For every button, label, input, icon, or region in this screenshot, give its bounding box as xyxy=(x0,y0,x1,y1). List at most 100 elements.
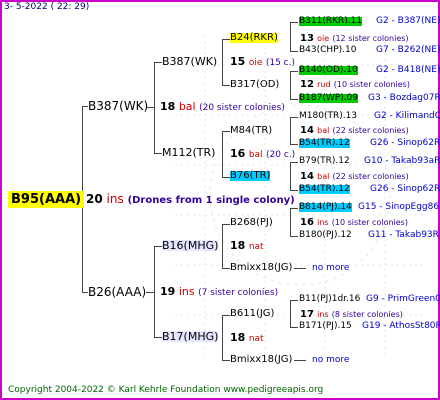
node-b317od-stats: 12 rud (10 sister colonies) xyxy=(300,80,410,90)
connector xyxy=(222,315,230,316)
connector xyxy=(290,208,298,209)
connector xyxy=(290,99,298,100)
node-b611jg-number: 17 xyxy=(300,309,314,320)
node-b24rkr-note: (12 sister colonies) xyxy=(332,34,409,43)
connector xyxy=(290,22,298,23)
connector xyxy=(222,224,223,269)
node-b268pj-suffix: ins xyxy=(317,218,329,227)
node-b180pj-line: G11 - Takab93R xyxy=(368,230,439,240)
connector xyxy=(290,71,291,100)
connector xyxy=(290,117,291,145)
node-b387wk[interactable]: B387(WK) xyxy=(162,56,217,67)
connector xyxy=(154,153,162,154)
root-suffix: ins xyxy=(106,192,124,206)
node-m112tr-stats: 16 bal (20 c.) xyxy=(230,148,295,160)
node-b317od-suffix: rud xyxy=(317,80,331,89)
node-b79tr-line: G10 - Takab93aR xyxy=(364,156,440,166)
node-b387wk-stats: 15 oie (15 c.) xyxy=(230,56,295,68)
node-b54tr-1-line: G26 - Sinop62R xyxy=(370,138,440,148)
root-number: 20 xyxy=(86,192,103,206)
node-b814pj[interactable]: B814(PJ).14 xyxy=(299,203,352,212)
connector xyxy=(290,117,298,118)
node-m180tr[interactable]: M180(TR).13 xyxy=(299,112,357,121)
connector xyxy=(154,62,155,154)
node-b268pj-note: (10 sister colonies) xyxy=(331,218,408,227)
node-b16mhg-stats: 18 nat xyxy=(230,240,264,252)
node-b16mhg[interactable]: B16(MHG) xyxy=(162,240,219,251)
connector xyxy=(290,162,298,163)
node-b17mhg-stats: 18 nat xyxy=(230,332,264,344)
connector xyxy=(294,360,306,361)
node-b24rkr-suffix: oie xyxy=(317,34,330,43)
node-b76tr[interactable]: B76(TR) xyxy=(230,171,271,181)
connector xyxy=(290,71,298,72)
connector xyxy=(154,62,162,63)
node-b387wk-note: (15 c.) xyxy=(265,58,296,68)
connector xyxy=(290,236,298,237)
connector xyxy=(222,131,230,132)
connector xyxy=(222,315,223,361)
node-b387wk-number: 15 xyxy=(230,55,246,68)
node-b76tr-note: (22 sister colonies) xyxy=(332,172,409,181)
node-b79tr[interactable]: B79(TR).12 xyxy=(299,157,350,166)
node-m180tr-line: G2 - KilimandQ xyxy=(374,111,440,121)
connector xyxy=(146,292,154,293)
connector xyxy=(290,190,298,191)
connector xyxy=(222,224,230,225)
connector xyxy=(290,22,291,52)
node-bmixx18jg-1[interactable]: Bmixx18(JG) xyxy=(230,263,292,273)
connector xyxy=(290,208,291,237)
node-b268pj[interactable]: B268(PJ) xyxy=(230,218,273,228)
connector xyxy=(290,51,298,52)
node-b611jg-suffix: ins xyxy=(317,310,329,319)
node-b317od[interactable]: B317(OD) xyxy=(230,80,279,90)
node-b140od[interactable]: B140(OD).10 xyxy=(299,66,358,75)
dam-node-1-suffix: ins xyxy=(178,285,195,298)
node-b268pj-number: 16 xyxy=(300,217,314,228)
connector xyxy=(222,360,230,361)
node-m112tr[interactable]: M112(TR) xyxy=(162,147,215,158)
connector xyxy=(222,131,223,178)
node-b317od-number: 12 xyxy=(300,79,314,90)
node-b54tr-1[interactable]: B54(TR).12 xyxy=(299,139,350,148)
node-b171pj[interactable]: B171(PJ).15 xyxy=(299,322,352,331)
node-b611jg[interactable]: B611(JG) xyxy=(230,309,274,319)
node-m112tr-note: (20 c.) xyxy=(266,150,296,160)
node-m112tr-suffix: bal xyxy=(248,150,263,160)
node-b16mhg-suffix: nat xyxy=(248,242,264,252)
node-b54tr-2-line: G26 - Sinop62R xyxy=(370,184,440,194)
node-b140od-line: G2 - B418(NE) xyxy=(376,65,440,75)
node-b43chp[interactable]: B43(CHP).10 xyxy=(299,46,356,55)
no-more-label: no more xyxy=(312,355,350,365)
node-b76tr-suffix: bal xyxy=(317,172,330,181)
node-b187wp[interactable]: B187(WP).09 xyxy=(299,94,359,103)
node-b171pj-line: G19 - AthosSt80R xyxy=(362,321,440,331)
node-m84tr[interactable]: M84(TR) xyxy=(230,126,272,136)
sire-node-1[interactable]: B387(WK) xyxy=(88,100,148,112)
dam-node-1[interactable]: B26(AAA) xyxy=(88,286,146,298)
node-b268pj-stats: 16 ins (10 sister colonies) xyxy=(300,218,408,228)
node-b180pj[interactable]: B180(PJ).12 xyxy=(299,231,352,240)
connector xyxy=(222,39,223,86)
connector xyxy=(294,268,306,269)
node-m112tr-number: 16 xyxy=(230,147,246,160)
node-b17mhg[interactable]: B17(MHG) xyxy=(162,331,219,342)
connector xyxy=(290,162,291,191)
connector xyxy=(222,268,230,269)
node-m84tr-stats: 14 bal (22 sister colonies) xyxy=(300,126,409,136)
node-bmixx18jg-2[interactable]: Bmixx18(JG) xyxy=(230,355,292,365)
node-b54tr-2[interactable]: B54(TR).12 xyxy=(299,185,350,194)
node-b311rkr[interactable]: B311(RKR).11 xyxy=(299,17,363,26)
node-b16mhg-number: 18 xyxy=(230,239,246,252)
root-queen[interactable]: B95(AAA) xyxy=(8,191,85,208)
node-b24rkr-stats: 13 oie (12 sister colonies) xyxy=(300,34,409,44)
node-b24rkr[interactable]: B24(RKR) xyxy=(230,33,278,43)
sire-node-1-note: (20 sister colonies) xyxy=(199,103,285,113)
node-b43chp-line: G7 - B262(NE) xyxy=(376,45,440,55)
node-b611jg-stats: 17 ins (8 sister colonies) xyxy=(300,310,403,320)
node-b17mhg-number: 18 xyxy=(230,331,246,344)
node-m84tr-suffix: bal xyxy=(317,126,330,135)
connector xyxy=(290,300,298,301)
node-b11pj[interactable]: B11(PJ)1dr.16 xyxy=(299,295,360,304)
node-b387wk-suffix: oie xyxy=(248,58,263,68)
